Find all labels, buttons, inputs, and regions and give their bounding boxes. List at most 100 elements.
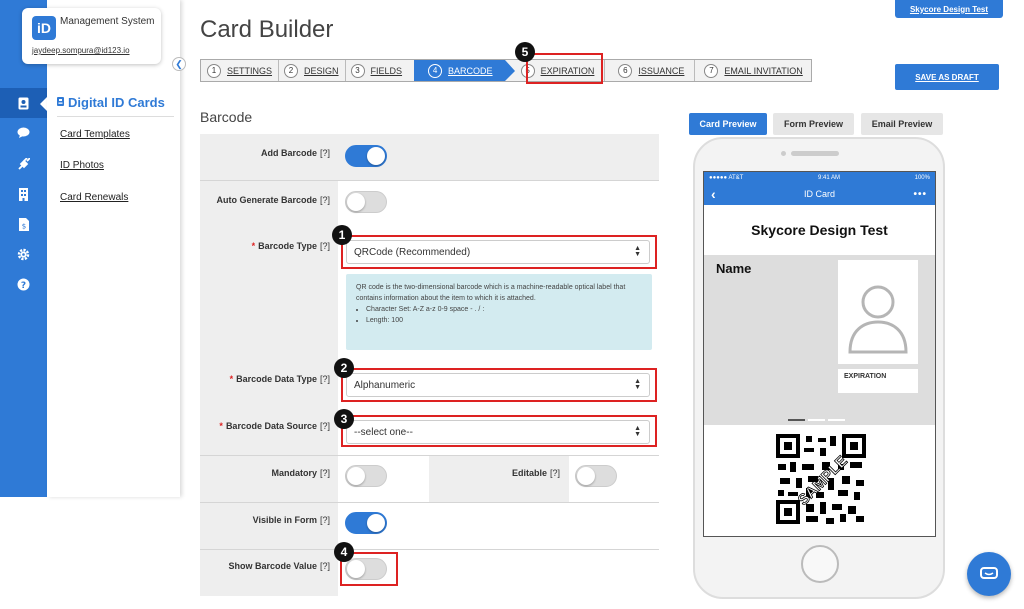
status-bar: ●●●●● AT&T 9:41 AM 100%: [704, 172, 935, 183]
tab-email-preview[interactable]: Email Preview: [861, 113, 943, 135]
more-icon[interactable]: •••: [913, 189, 927, 200]
step-number: 4: [428, 63, 443, 78]
info-bullet: Length: 100: [366, 315, 642, 326]
step-label: EMAIL INVITATION: [724, 65, 803, 76]
chat-icon[interactable]: [0, 118, 47, 148]
help-link[interactable]: [?]: [320, 195, 330, 205]
annotation-badge: 3: [334, 409, 354, 429]
annotation-box-expiration-step: [526, 53, 603, 84]
barcode-form: Add Barcode [?] Auto Generate Barcode [?] …: [200, 134, 659, 596]
brand-card[interactable]: iD Management System jaydeep.sompura@id1…: [22, 8, 161, 64]
link-card-templates[interactable]: Card Templates: [60, 129, 130, 140]
step-design[interactable]: 2 DESIGN: [278, 60, 346, 81]
link-id-photos[interactable]: ID Photos: [60, 160, 104, 171]
document-dollar-icon[interactable]: $: [0, 209, 47, 239]
chevron-left-icon[interactable]: ‹: [711, 186, 716, 202]
annotation-box-data-type: [341, 368, 657, 402]
editable-toggle[interactable]: [575, 465, 617, 487]
panel-heading: Digital ID Cards: [57, 95, 165, 110]
nav-title: ID Card: [803, 189, 835, 199]
link-card-renewals[interactable]: Card Renewals: [60, 192, 128, 203]
card-nav-bar: ‹ ID Card •••: [704, 183, 935, 205]
data-source-label: * Barcode Data Source [?]: [219, 421, 330, 431]
help-link[interactable]: [?]: [320, 421, 330, 431]
step-number: 3: [350, 63, 365, 78]
phone-preview: ●●●●● AT&T 9:41 AM 100% ‹ ID Card ••• Sk…: [693, 137, 945, 599]
step-fields[interactable]: 3 FIELDS: [345, 60, 415, 81]
help-link[interactable]: [?]: [320, 515, 330, 525]
carrier-text: ●●●●● AT&T: [709, 174, 744, 181]
side-panel: Digital ID Cards Card Templates ID Photo…: [47, 0, 180, 497]
editable-label: Editable [?]: [511, 468, 560, 478]
auto-generate-label: Auto Generate Barcode [?]: [216, 195, 330, 205]
step-issuance[interactable]: 6 ISSUANCE: [604, 60, 696, 81]
annotation-box-data-source: [341, 415, 657, 447]
gear-icon[interactable]: [0, 239, 47, 269]
step-barcode[interactable]: 4 BARCODE: [414, 60, 515, 81]
panel-heading-text: Digital ID Cards: [68, 95, 165, 110]
page-indicator: [788, 419, 845, 421]
auto-generate-toggle[interactable]: [345, 191, 387, 213]
help-link[interactable]: [?]: [320, 148, 330, 158]
expiration-field-label: EXPIRATION: [838, 369, 918, 393]
step-number: 1: [207, 63, 221, 78]
page-title: Card Builder: [200, 16, 334, 43]
step-settings[interactable]: 1 SETTINGS: [201, 60, 280, 81]
mandatory-label: Mandatory [?]: [271, 468, 330, 478]
brand-logo: iD: [32, 16, 56, 40]
visible-in-form-toggle[interactable]: [345, 512, 387, 534]
step-label: ISSUANCE: [638, 65, 685, 76]
svg-text:$: $: [21, 222, 25, 230]
barcode-type-label: * Barcode Type [?]: [251, 241, 330, 251]
phone-home-button: [801, 545, 839, 583]
step-label: FIELDS: [370, 65, 403, 76]
template-name-button[interactable]: Skycore Design Test: [895, 0, 1003, 18]
help-icon[interactable]: ?: [0, 269, 47, 299]
phone-speaker: [791, 151, 839, 156]
user-silhouette-icon: [848, 285, 908, 354]
help-link[interactable]: [?]: [320, 241, 330, 251]
phone-camera: [781, 151, 786, 156]
collapse-sidebar-button[interactable]: ❮: [172, 57, 186, 71]
step-label: BARCODE: [448, 65, 493, 76]
info-text: QR code is the two-dimensional barcode w…: [356, 284, 626, 302]
chevron-left-icon: ❮: [175, 58, 183, 69]
plug-icon[interactable]: [0, 149, 47, 179]
section-title: Barcode: [200, 109, 253, 125]
card-title: Skycore Design Test: [751, 222, 888, 238]
help-link[interactable]: [?]: [550, 468, 560, 478]
step-label: DESIGN: [304, 65, 339, 76]
battery-text: 100%: [914, 174, 930, 181]
tab-card-preview[interactable]: Card Preview: [689, 113, 767, 135]
phone-screen: ●●●●● AT&T 9:41 AM 100% ‹ ID Card ••• Sk…: [703, 171, 936, 537]
annotation-badge: 1: [332, 225, 352, 245]
brand-title: Management System: [60, 16, 155, 27]
qr-code-sample: SAMPLE: [776, 434, 866, 524]
add-barcode-toggle[interactable]: [345, 145, 387, 167]
step-number: 2: [284, 63, 299, 78]
step-email-invitation[interactable]: 7 EMAIL INVITATION: [694, 60, 810, 81]
chat-widget-button[interactable]: [967, 552, 1011, 596]
help-link[interactable]: [?]: [320, 561, 330, 571]
svg-text:?: ?: [21, 281, 26, 291]
save-as-draft-button[interactable]: SAVE AS DRAFT: [895, 64, 999, 90]
mandatory-toggle[interactable]: [345, 465, 387, 487]
time-text: 9:41 AM: [817, 174, 840, 181]
step-number: 7: [704, 63, 719, 78]
annotation-badge: 4: [334, 542, 354, 562]
help-link[interactable]: [?]: [320, 468, 330, 478]
annotation-badge: 2: [334, 358, 354, 378]
info-bullet: Character Set: A-Z a-z 0-9 space - . / :: [366, 304, 642, 315]
tab-form-preview[interactable]: Form Preview: [773, 113, 854, 135]
builder-steps: 1 SETTINGS 2 DESIGN 3 FIELDS 4 BARCODE 5 EXPI…: [200, 59, 812, 82]
help-link[interactable]: [?]: [320, 374, 330, 384]
building-icon[interactable]: [0, 179, 47, 209]
chat-icon: [980, 567, 998, 579]
panel-divider: [57, 116, 174, 117]
photo-placeholder: [838, 260, 918, 364]
barcode-info-box: QR code is the two-dimensional barcode w…: [346, 274, 652, 350]
user-email[interactable]: jaydeep.sompura@id123.io: [32, 46, 130, 55]
active-nav-indicator: [40, 97, 47, 111]
add-barcode-label: Add Barcode [?]: [260, 148, 330, 158]
annotation-box-barcode-type: [341, 235, 657, 269]
